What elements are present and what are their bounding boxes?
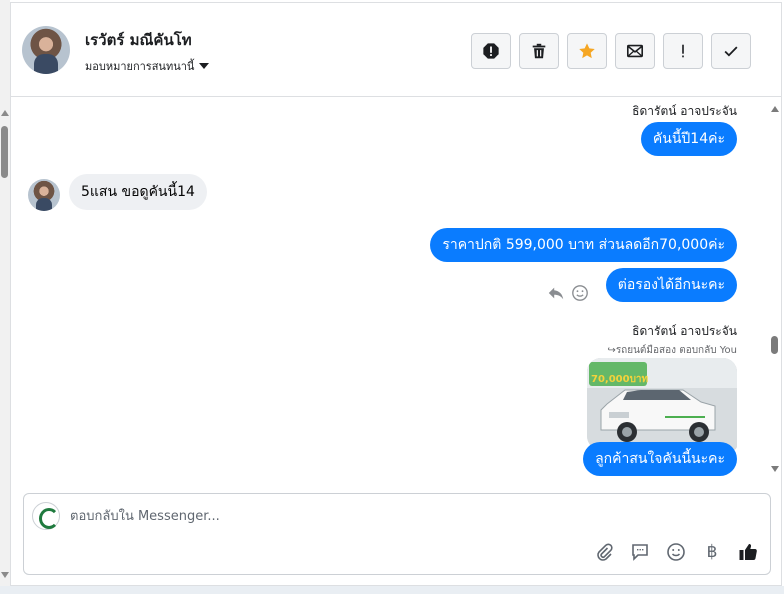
saved-replies-button[interactable] [628,540,652,564]
mark-unread-button[interactable] [615,33,655,69]
contact-avatar[interactable] [22,26,70,74]
header-actions [471,33,751,69]
star-icon [579,43,595,59]
baht-icon: ฿ [706,542,718,562]
conversation-panel: เรวัตร์ มณีคันโท มอบหมายการสนทนานี้ ธิดา… [10,2,782,586]
caret-down-icon [199,63,210,69]
reply-arrow-icon: ↪ [607,345,616,356]
car-photo-price-text: 70,000บาท [591,374,649,385]
contact-avatar-small[interactable] [28,179,60,211]
assign-label: มอบหมายการสนทนานี้ [85,60,195,73]
car-photo[interactable]: 70,000บาท [587,358,737,450]
message-thread[interactable]: ธิดารัตน์ อาจประจัน คันนี้ปี14ค่ะ 5แสน ข… [11,98,781,482]
reply-composer: ฿ [23,493,771,575]
delete-button[interactable] [519,33,559,69]
payment-button[interactable]: ฿ [700,540,724,564]
contact-name[interactable]: เรวัตร์ มณีคันโท [85,28,192,52]
assign-conversation-dropdown[interactable]: มอบหมายการสนทนานี้ [85,57,210,75]
sender-name: ธิดารัตน์ อาจประจัน [632,324,737,338]
incoming-message[interactable]: 5แสน ขอดูคันนี้14 [69,174,207,210]
outgoing-message[interactable]: คันนี้ปี14ค่ะ [640,122,737,156]
emoji-react-icon[interactable] [571,284,589,302]
thread-scroll-down-icon[interactable] [771,466,779,472]
page-scrollbar[interactable] [0,0,10,594]
page-scroll-thumb[interactable] [1,126,8,178]
emoji-icon [667,543,685,561]
reply-note: ↪รถยนต์มือสอง ตอบกลับ You [607,343,737,358]
reply-icon[interactable] [547,284,565,302]
check-icon [724,46,738,57]
exclamation-icon [682,44,684,58]
reply-input[interactable] [70,506,570,526]
mark-spam-button[interactable] [471,33,511,69]
trash-icon [532,43,546,59]
paperclip-icon [597,543,613,561]
page-logo [32,502,60,530]
composer-tools: ฿ [592,540,760,564]
message-tools [547,284,589,302]
outgoing-message[interactable]: ลูกค้าสนใจคันนี้นะคะ [583,442,737,476]
follow-up-button[interactable] [663,33,703,69]
like-button[interactable] [736,540,760,564]
bottom-strip [0,586,784,594]
thread-scroll-thumb[interactable] [771,336,778,354]
envelope-icon [626,44,644,58]
mark-done-button[interactable] [711,33,751,69]
star-button[interactable] [567,33,607,69]
outgoing-message[interactable]: ต่อรองได้อีกนะคะ [605,268,737,302]
alert-icon [483,43,499,59]
thread-scrollbar[interactable] [769,98,781,482]
chat-bubble-icon [632,544,648,561]
outgoing-message[interactable]: ราคาปกติ 599,000 บาท ส่วนลดอีก70,000ค่ะ [430,228,737,262]
conversation-header: เรวัตร์ มณีคันโท มอบหมายการสนทนานี้ [11,3,781,97]
page-scroll-up-icon[interactable] [1,110,9,116]
thread-scroll-up-icon[interactable] [771,106,779,112]
thumbs-up-icon [739,544,757,560]
emoji-button[interactable] [664,540,688,564]
reply-note-text: รถยนต์มือสอง ตอบกลับ You [615,345,737,356]
sender-name: ธิดารัตน์ อาจประจัน [632,104,737,118]
attach-button[interactable] [592,540,616,564]
page-scroll-down-icon[interactable] [1,572,9,578]
